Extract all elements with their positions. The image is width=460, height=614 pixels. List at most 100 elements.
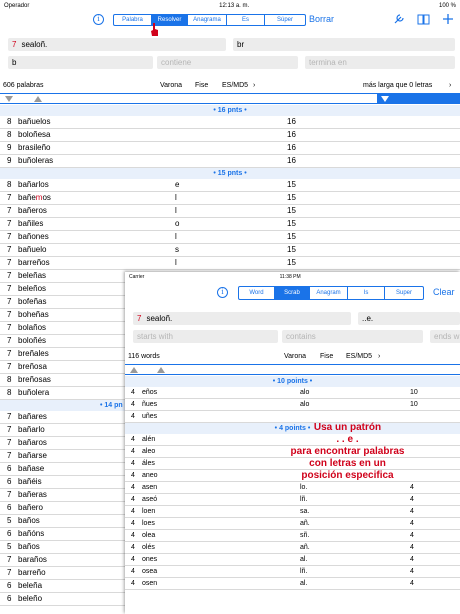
dict-esmd5[interactable]: ES/MD5 <box>222 80 248 92</box>
word-length: 4 <box>131 532 135 539</box>
word-points: 15 <box>287 219 296 228</box>
chevron-right-icon[interactable]: › <box>378 351 380 363</box>
list-item[interactable]: 4 osen al. 4 <box>125 578 460 590</box>
length-filter-slider[interactable] <box>377 93 460 104</box>
list-item[interactable]: 7 bañiles o 15 <box>0 218 460 231</box>
list-item[interactable]: 4 ñues alo 10 <box>125 399 460 411</box>
word-part: os <box>42 193 51 202</box>
info-icon[interactable]: i <box>217 287 228 298</box>
extra-letter: l <box>175 258 177 267</box>
clear-button[interactable]: Clear <box>433 287 455 297</box>
list-item[interactable]: 4 olés añ. 4 <box>125 542 460 554</box>
pattern-input[interactable]: ..e. <box>358 312 460 325</box>
list-item[interactable]: 4 loen sa. 4 <box>125 506 460 518</box>
word: boloñesa <box>18 129 50 141</box>
list-item[interactable]: 8 boloñesa 16 <box>0 129 460 142</box>
starts-with-input[interactable]: b <box>8 56 153 69</box>
word-part: bañil <box>18 219 35 228</box>
list-item[interactable]: 7 barreños l 15 <box>0 257 460 270</box>
dict-fise[interactable]: Fise <box>195 80 208 92</box>
list-item[interactable]: 4 asen lo. 4 <box>125 482 460 494</box>
ends-with-input[interactable]: ends w <box>430 330 460 343</box>
dict-esmd5[interactable]: ES/MD5 <box>346 351 372 363</box>
list-item[interactable]: 8 bañuelos 16 <box>0 116 460 129</box>
tab-word[interactable]: Word <box>239 287 275 299</box>
list-item[interactable]: 7 bañones l 15 <box>0 231 460 244</box>
tab-is[interactable]: Is <box>348 287 385 299</box>
word-part: baños <box>18 516 40 525</box>
info-icon[interactable]: i <box>93 14 104 25</box>
section-header: • 16 pnts • <box>0 105 460 116</box>
letters-input[interactable]: 7 sealoñ. <box>133 312 351 325</box>
word-length: 7 <box>7 206 12 215</box>
tab-es[interactable]: Es <box>227 15 265 25</box>
sort-up-icon[interactable] <box>130 367 138 373</box>
word-part: os <box>38 206 47 215</box>
dict-varona[interactable]: Varona <box>160 80 182 92</box>
sort-up-icon[interactable] <box>34 96 42 102</box>
word-length: 6 <box>7 503 12 512</box>
word-length: 4 <box>131 401 135 408</box>
mode-segmented-control: Word Scrab Anagram Is Super <box>238 286 424 300</box>
tab-super[interactable]: Súper <box>265 15 305 25</box>
word-points: 16 <box>287 130 296 139</box>
word: beleña <box>18 580 42 592</box>
word: bañones <box>18 231 49 243</box>
sort-down-icon[interactable] <box>381 96 389 102</box>
word-length: 4 <box>131 568 135 575</box>
sort-up-icon[interactable] <box>157 367 165 373</box>
letters-input[interactable]: 7 sealoñ. <box>8 38 226 51</box>
word-length: 7 <box>7 438 12 447</box>
word-length: 7 <box>7 412 12 421</box>
word: asen <box>142 484 158 491</box>
sort-bar <box>125 364 460 375</box>
word-length: 9 <box>7 156 12 165</box>
word-part: boloñés <box>18 336 47 345</box>
word: áles <box>142 460 155 467</box>
extra-letter: añ. <box>300 520 310 527</box>
word-points: 15 <box>287 232 296 241</box>
min-length-label[interactable]: más larga que 0 letras <box>363 80 432 92</box>
wrench-icon[interactable] <box>393 13 405 25</box>
chevron-right-icon[interactable]: › <box>449 80 451 92</box>
word-points: 10 <box>410 389 418 396</box>
clear-button[interactable]: Borrar <box>309 14 334 24</box>
list-item[interactable]: 4 ones al. 4 <box>125 554 460 566</box>
contains-input[interactable]: contiene <box>157 56 298 69</box>
list-item[interactable]: 4 loes añ. 4 <box>125 518 460 530</box>
list-item[interactable]: 8 bañarlos e 15 <box>0 179 460 192</box>
book-icon[interactable] <box>417 13 430 25</box>
dict-fise[interactable]: Fise <box>320 351 333 363</box>
starts-with-input[interactable]: starts with <box>133 330 278 343</box>
tab-anagram[interactable]: Anagram <box>310 287 348 299</box>
list-item[interactable]: 7 bañuelo s 15 <box>0 244 460 257</box>
promo-caption: Usa un patrón . . e . para encontrar pal… <box>285 422 410 482</box>
list-item[interactable]: 4 olea sñ. 4 <box>125 530 460 542</box>
word-length: 4 <box>131 448 135 455</box>
chevron-right-icon[interactable]: › <box>253 80 255 92</box>
contains-letters-input[interactable]: br <box>233 38 455 51</box>
tab-anagrama[interactable]: Anagrama <box>188 15 227 25</box>
list-item[interactable]: 9 buñoleras 16 <box>0 155 460 168</box>
list-item[interactable]: 7 bañemos l 15 <box>0 192 460 205</box>
tab-scrab[interactable]: Scrab <box>275 287 310 299</box>
word-length: 7 <box>7 490 12 499</box>
contains-input[interactable]: contains <box>282 330 423 343</box>
list-item[interactable]: 4 eños alo 10 <box>125 387 460 399</box>
tab-super[interactable]: Super <box>385 287 423 299</box>
list-item[interactable]: 9 brasileño 16 <box>0 142 460 155</box>
ends-with-input[interactable]: termina en <box>305 56 455 69</box>
list-item[interactable]: 7 bañeros l 15 <box>0 205 460 218</box>
word-length: 4 <box>131 436 135 443</box>
plus-icon[interactable] <box>442 13 454 25</box>
word-part: baños <box>18 542 40 551</box>
extra-letter: o <box>175 219 180 228</box>
word-length: 4 <box>131 544 135 551</box>
word-points: 4 <box>410 496 414 503</box>
dict-varona[interactable]: Varona <box>284 351 306 363</box>
sort-down-icon[interactable] <box>5 96 13 102</box>
list-item[interactable]: 4 aseó lñ. 4 <box>125 494 460 506</box>
list-item[interactable]: 4 osea lñ. 4 <box>125 566 460 578</box>
word-points: 16 <box>287 117 296 126</box>
tab-palabra[interactable]: Palabra <box>114 15 152 25</box>
